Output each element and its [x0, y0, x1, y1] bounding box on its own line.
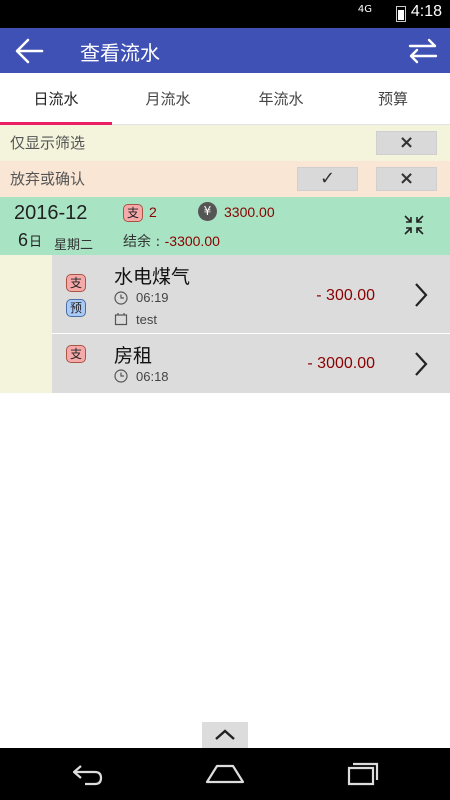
- tab-label: 年流水: [258, 90, 304, 108]
- back-icon: [72, 765, 103, 786]
- confirm-row: 放弃或确认 ✓ ×: [0, 161, 450, 197]
- chevron-right-icon: [415, 283, 428, 307]
- expand-panel-button[interactable]: [202, 722, 248, 748]
- tab-budget[interactable]: 预算: [337, 73, 449, 125]
- year-month: 2016-12: [14, 202, 88, 224]
- tab-label: 日流水: [33, 90, 79, 108]
- yen-icon: ¥: [198, 202, 217, 221]
- tab-monthly[interactable]: 月流水: [112, 73, 224, 125]
- check-icon: ✓: [319, 168, 336, 189]
- arrow-left-icon: [15, 38, 44, 64]
- day-suffix: 日: [29, 234, 43, 249]
- tab-bar: 日流水 月流水 年流水 预算: [0, 73, 450, 125]
- chevron-right-icon: [415, 352, 428, 376]
- status-clock: 4:18: [410, 3, 442, 20]
- entry-tags: 支: [66, 272, 87, 292]
- expense-tag: 支: [123, 204, 144, 222]
- entry-note: test: [136, 312, 157, 327]
- entry-amount: - 3000.00: [307, 355, 375, 372]
- tab-label: 月流水: [145, 90, 191, 108]
- confirm-label: 放弃或确认: [10, 170, 86, 188]
- entry-tags: 支: [66, 343, 87, 363]
- battery-icon: [396, 6, 406, 22]
- status-bar: 4G 4:18: [0, 0, 450, 28]
- clock-icon: [114, 291, 128, 305]
- tab-daily[interactable]: 日流水: [0, 73, 112, 125]
- close-icon: ×: [398, 168, 415, 189]
- recents-icon: [347, 762, 379, 786]
- weekday: 星期二: [54, 238, 94, 253]
- expense-tag: 支: [66, 274, 87, 292]
- entry-name: 水电煤气: [114, 266, 191, 288]
- day-number: 6日: [18, 230, 42, 251]
- back-button[interactable]: [12, 35, 46, 67]
- budget-tag: 预: [66, 299, 87, 317]
- day-value: 6: [18, 230, 29, 250]
- filter-only-row: 仅显示筛选 ×: [0, 125, 450, 161]
- entry-time: 06:18: [136, 369, 169, 384]
- balance-label: 结余 :: [123, 234, 165, 250]
- clock-icon: [114, 369, 128, 383]
- nav-recents-button[interactable]: [341, 758, 385, 790]
- tab-label: 预算: [377, 90, 408, 108]
- entry-name: 房租: [114, 345, 153, 367]
- balance-value: -3300.00: [164, 233, 220, 249]
- nav-back-button[interactable]: [65, 758, 109, 790]
- nav-home-button[interactable]: [203, 758, 247, 790]
- collapse-arrows-icon: [404, 215, 424, 235]
- app-bar: 查看流水: [0, 28, 450, 73]
- entry-amount: - 300.00: [316, 287, 375, 304]
- entry-tags: 预: [66, 297, 87, 317]
- clear-filter-button[interactable]: ×: [376, 131, 437, 155]
- close-icon: ×: [398, 132, 415, 153]
- chevron-up-icon: [215, 729, 235, 740]
- collapse-button[interactable]: [402, 213, 426, 237]
- entry-time: 06:19: [136, 290, 169, 305]
- swap-arrows-icon: [408, 38, 438, 64]
- confirm-button[interactable]: ✓: [297, 167, 358, 191]
- expense-tag: 支: [66, 345, 87, 363]
- balance: 结余 : -3300.00: [123, 231, 220, 251]
- discard-button[interactable]: ×: [376, 167, 437, 191]
- day-total: 3300.00: [224, 204, 275, 220]
- switch-view-button[interactable]: [406, 34, 440, 68]
- note-icon: [114, 313, 128, 326]
- entry-count: 2: [149, 204, 157, 220]
- tab-yearly[interactable]: 年流水: [225, 73, 337, 125]
- day-summary-header[interactable]: 2016-12 6日 星期二 支 2 ¥ 3300.00 结余 : -3300.…: [0, 197, 450, 255]
- show-filtered-label: 仅显示筛选: [10, 134, 86, 152]
- system-nav-bar: [0, 748, 450, 800]
- network-indicator: 4G: [357, 4, 372, 15]
- home-icon: [205, 764, 245, 784]
- day-side-strip: [0, 255, 52, 393]
- list-item[interactable]: 支 房租 06:18 - 3000.00: [52, 334, 450, 393]
- list-item[interactable]: 支 预 水电煤气 06:19 test - 300.00: [52, 255, 450, 333]
- page-title: 查看流水: [80, 41, 160, 65]
